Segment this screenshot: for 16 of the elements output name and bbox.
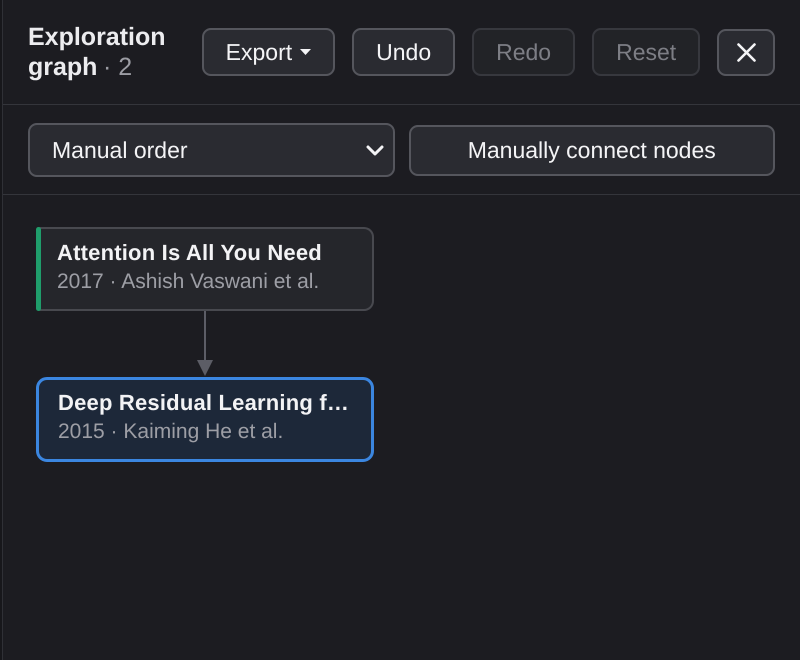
panel-title: Exploration graph · 2 <box>28 22 167 82</box>
node-title: Attention Is All You Need <box>57 240 322 266</box>
sort-order-select[interactable]: Manual order <box>28 123 394 177</box>
connect-nodes-button[interactable]: Manually connect nodes <box>408 124 775 176</box>
connector-arrow <box>197 311 213 376</box>
export-menu-button[interactable]: Export <box>202 28 336 76</box>
close-button[interactable] <box>717 28 775 76</box>
graph-node[interactable]: Deep Residual Learning f… 2015 · Kaiming He et al. <box>36 377 374 462</box>
graph-node[interactable]: Attention Is All You Need 2017 · Ashish Vaswani et al. <box>36 227 374 311</box>
node-meta: 2017 · Ashish Vaswani et al. <box>57 269 320 295</box>
node-meta: 2015 · Kaiming He et al. <box>58 419 284 445</box>
toolbar-button[interactable]: Undo <box>352 28 456 76</box>
caret-icon <box>300 49 312 55</box>
node-title: Deep Residual Learning f… <box>58 390 350 416</box>
close-icon <box>736 42 756 62</box>
chevron-down-icon <box>366 144 384 156</box>
